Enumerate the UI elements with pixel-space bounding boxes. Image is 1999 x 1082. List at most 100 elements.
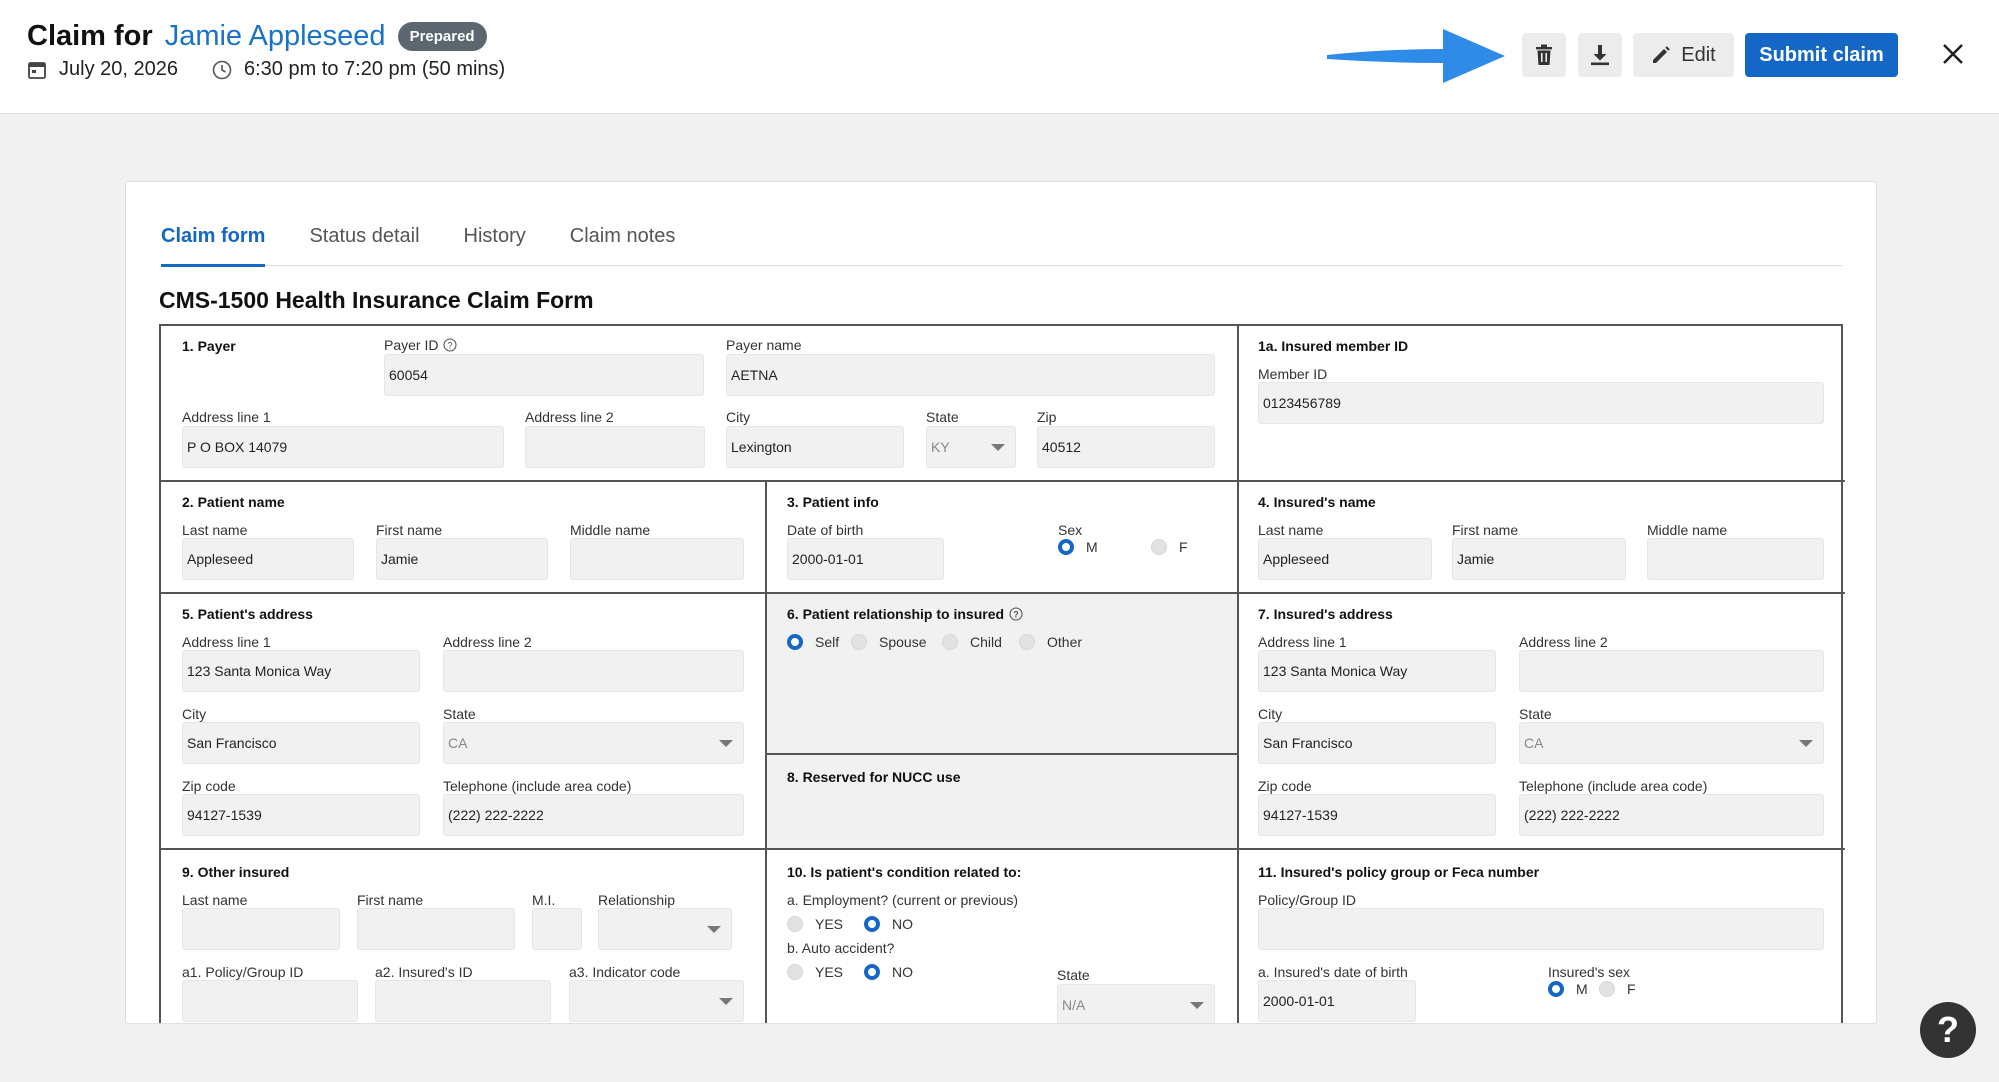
insured-dob-field[interactable]: 2000-01-01: [1258, 980, 1416, 1022]
radio-empty-icon: [1019, 634, 1035, 650]
other-policy-label: a1. Policy/Group ID: [182, 964, 304, 980]
insured-state-select[interactable]: CA: [1519, 722, 1824, 764]
help-button[interactable]: ?: [1920, 1002, 1976, 1058]
payer-address2-field[interactable]: [525, 426, 705, 468]
tab-claim-form[interactable]: Claim form: [161, 224, 266, 267]
payer-name-label: Payer name: [726, 337, 802, 353]
payer-name-field[interactable]: AETNA: [726, 354, 1215, 396]
employment-question-label: a. Employment? (current or previous): [787, 892, 1019, 908]
payer-zip-field[interactable]: 40512: [1037, 426, 1215, 468]
patient-first-name-field[interactable]: Jamie: [376, 538, 548, 580]
tab-history[interactable]: History: [464, 224, 526, 266]
relationship-child-radio[interactable]: Child: [942, 634, 1002, 650]
insured-first-name-field[interactable]: Jamie: [1452, 538, 1626, 580]
patient-dob-label: Date of birth: [787, 522, 864, 538]
other-first-name-field[interactable]: [357, 908, 515, 950]
patient-first-name-label: First name: [376, 522, 443, 538]
tab-claim-notes[interactable]: Claim notes: [570, 224, 676, 266]
other-insured-id-label: a2. Insured's ID: [375, 964, 473, 980]
policy-group-field[interactable]: [1258, 908, 1824, 950]
patient-sex-m-radio[interactable]: M: [1058, 539, 1098, 555]
relationship-spouse-radio[interactable]: Spouse: [851, 634, 926, 650]
relationship-other-radio[interactable]: Other: [1019, 634, 1082, 650]
insured-middle-name-field[interactable]: [1647, 538, 1824, 580]
edit-button[interactable]: Edit: [1633, 33, 1734, 77]
relationship-self-radio[interactable]: Self: [787, 634, 839, 650]
appointment-meta: July 20, 2026 6:30 pm to 7:20 pm (50 min…: [27, 58, 505, 81]
download-icon: [1591, 45, 1609, 66]
auto-state-select[interactable]: N/A: [1057, 984, 1215, 1023]
patient-middle-name-field[interactable]: [570, 538, 744, 580]
patient-last-name-field[interactable]: Appleseed: [182, 538, 354, 580]
clock-icon: [212, 60, 232, 79]
reserved-section-title: 8. Reserved for NUCC use: [787, 769, 961, 785]
other-insured-id-field[interactable]: [375, 980, 551, 1022]
insured-last-name-field[interactable]: Appleseed: [1258, 538, 1432, 580]
patient-zip-field[interactable]: 94127-1539: [182, 794, 420, 836]
tab-status-detail[interactable]: Status detail: [309, 224, 419, 266]
insured-address1-label: Address line 1: [1258, 634, 1347, 650]
insured-sex-m-radio[interactable]: M: [1548, 981, 1588, 997]
close-button[interactable]: [1937, 38, 1969, 70]
appointment-date: July 20, 2026: [59, 58, 178, 80]
insured-sex-f-radio[interactable]: F: [1599, 981, 1636, 997]
chevron-down-icon: [1190, 1001, 1204, 1009]
employment-no-radio[interactable]: NO: [864, 916, 913, 932]
radio-empty-icon: [942, 634, 958, 650]
insured-city-label: City: [1258, 706, 1283, 722]
patient-address2-field[interactable]: [443, 650, 744, 692]
insured-address2-field[interactable]: [1519, 650, 1824, 692]
insured-address1-field[interactable]: 123 Santa Monica Way: [1258, 650, 1496, 692]
insured-zip-field[interactable]: 94127-1539: [1258, 794, 1496, 836]
patient-address1-field[interactable]: 123 Santa Monica Way: [182, 650, 420, 692]
auto-no-radio[interactable]: NO: [864, 964, 913, 980]
payer-city-field[interactable]: Lexington: [726, 426, 904, 468]
auto-yes-radio[interactable]: YES: [787, 964, 843, 980]
radio-selected-icon: [864, 964, 880, 980]
chevron-down-icon: [991, 443, 1005, 451]
other-relationship-select[interactable]: [598, 908, 732, 950]
info-icon[interactable]: ?: [1009, 607, 1023, 621]
radio-empty-icon: [851, 634, 867, 650]
payer-address1-label: Address line 1: [182, 409, 271, 425]
patient-city-field[interactable]: San Francisco: [182, 722, 420, 764]
member-id-field[interactable]: 0123456789: [1258, 382, 1824, 424]
employment-yes-radio[interactable]: YES: [787, 916, 843, 932]
download-button[interactable]: [1578, 33, 1622, 77]
chevron-down-icon: [707, 925, 721, 933]
patient-name-link[interactable]: Jamie Appleseed: [165, 20, 386, 53]
payer-state-select[interactable]: KY: [926, 426, 1016, 468]
patient-last-name-label: Last name: [182, 522, 248, 538]
other-relationship-label: Relationship: [598, 892, 676, 908]
relationship-section-title: 6. Patient relationship to insured ?: [787, 606, 1023, 622]
radio-selected-icon: [1548, 981, 1564, 997]
patient-phone-field[interactable]: (222) 222-2222: [443, 794, 744, 836]
other-mi-field[interactable]: [532, 908, 582, 950]
submit-claim-button[interactable]: Submit claim: [1745, 33, 1898, 77]
help-icon: ?: [1937, 1009, 1959, 1050]
cms1500-form: 1. Payer Payer ID ? 60054 Payer name AET…: [159, 324, 1845, 1023]
arrow-icon: [1327, 29, 1505, 83]
other-indicator-label: a3. Indicator code: [569, 964, 681, 980]
chevron-down-icon: [719, 997, 733, 1005]
other-indicator-select[interactable]: [569, 980, 744, 1022]
trash-icon: [1536, 44, 1552, 65]
insured-city-field[interactable]: San Francisco: [1258, 722, 1496, 764]
payer-address1-field[interactable]: P O BOX 14079: [182, 426, 504, 468]
edit-label: Edit: [1681, 43, 1716, 66]
insured-phone-label: Telephone (include area code): [1519, 778, 1708, 794]
delete-button[interactable]: [1522, 33, 1566, 77]
patient-state-select[interactable]: CA: [443, 722, 744, 764]
patient-city-label: City: [182, 706, 207, 722]
insured-address-section-title: 7. Insured's address: [1258, 606, 1393, 622]
insured-state-label: State: [1519, 706, 1552, 722]
svg-text:?: ?: [1013, 610, 1019, 620]
payer-zip-label: Zip: [1037, 409, 1057, 425]
payer-id-field[interactable]: 60054: [384, 354, 704, 396]
other-last-name-field[interactable]: [182, 908, 340, 950]
insured-phone-field[interactable]: (222) 222-2222: [1519, 794, 1824, 836]
patient-dob-field[interactable]: 2000-01-01: [787, 538, 944, 580]
other-policy-field[interactable]: [182, 980, 358, 1022]
info-icon[interactable]: ?: [443, 338, 458, 352]
patient-sex-f-radio[interactable]: F: [1151, 539, 1188, 555]
